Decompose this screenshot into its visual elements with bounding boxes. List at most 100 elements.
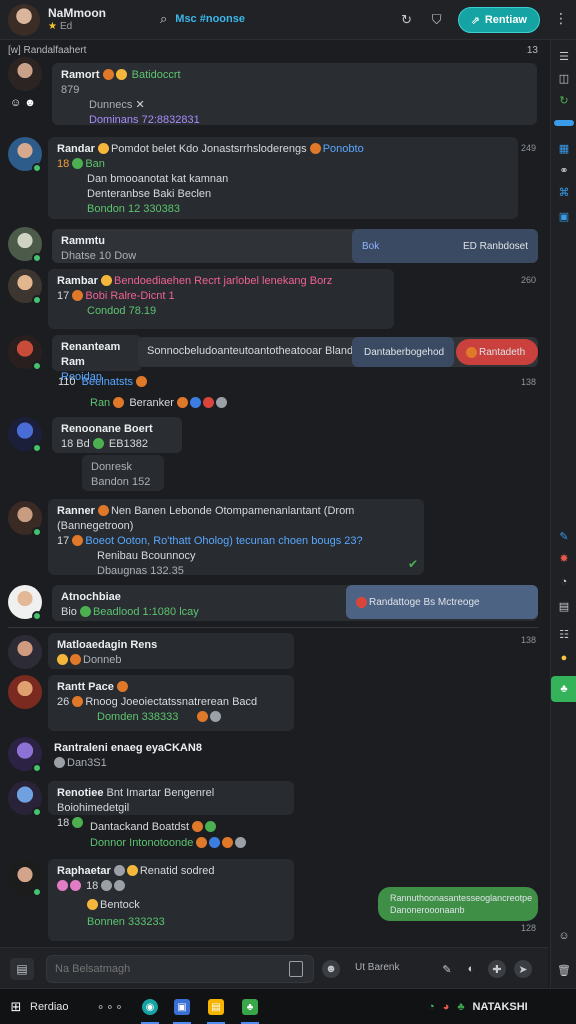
chip-left: Bok <box>362 240 380 252</box>
message-line: 879 <box>61 84 80 96</box>
note-icon[interactable]: ☷ <box>554 624 574 644</box>
message-bubble: Donresk Bandon 152 <box>82 455 164 491</box>
emoji-icon <box>216 397 228 408</box>
message-line: 17 <box>57 535 70 547</box>
emoji-icon <box>87 899 98 910</box>
chip-right: Rantadeth <box>479 346 526 358</box>
message-author: Rambar <box>57 275 98 287</box>
sticker-icon[interactable]: ◐ <box>462 960 480 978</box>
taskbar-app[interactable]: ▤ <box>208 998 224 1016</box>
system-tray[interactable]: ◔ ◕ ♣ NATAKSHI <box>428 998 528 1016</box>
message-author: Rantraleni enaeg eyaCKAN8 <box>54 742 202 754</box>
bot-icon[interactable]: ♣ <box>551 676 576 702</box>
search-icon[interactable]: ⌕ <box>160 11 167 27</box>
emoji-picker-icon[interactable]: ☻ <box>322 960 340 978</box>
online-status-dot <box>32 361 42 371</box>
message-line: Dantackand Boatdst <box>90 821 190 833</box>
reply-chip[interactable]: Dantaberbogehod <box>352 337 454 367</box>
message-line: Bentock <box>100 899 140 911</box>
emoji-icon <box>177 397 189 408</box>
message-meta: Bandon 152 <box>91 476 151 488</box>
attach-icon[interactable]: ▤ <box>10 958 34 980</box>
message-input[interactable] <box>46 955 314 983</box>
coin-icon[interactable]: ● <box>554 648 574 668</box>
online-status-dot <box>32 887 42 897</box>
calendar-icon[interactable]: ▤ <box>554 596 574 616</box>
pen-icon[interactable]: ✎ <box>438 960 456 978</box>
menu-icon[interactable]: ☰ <box>554 46 574 66</box>
clock-icon[interactable]: ◔ <box>554 572 574 592</box>
menu-icon[interactable]: ⋮ <box>550 10 572 32</box>
message-time: 260 <box>520 275 536 285</box>
folder-icon: ▤ <box>208 999 224 1015</box>
message-meta: Domden 338333 <box>97 711 179 723</box>
message-author: Renanteam Ram <box>61 341 121 368</box>
reply-chip[interactable]: Randattoge Bs Mctreoge <box>346 585 538 619</box>
taskbar-app[interactable]: ▣ <box>174 998 190 1016</box>
message-body: 110 Beelnatsts Ran Beranker <box>58 375 229 411</box>
message-meta: Donnor Intonotoonde <box>90 837 194 849</box>
emoji-icon <box>309 143 321 154</box>
emoji-icon[interactable]: ☺ <box>554 926 574 946</box>
shield-icon[interactable]: ⛉ <box>428 11 446 29</box>
emoji-icon <box>101 275 113 286</box>
emoji-icon <box>57 654 68 665</box>
search-icon[interactable]: ⚬⚬⚬ <box>96 998 124 1016</box>
header-center-label[interactable]: Msc #noonse <box>175 13 245 25</box>
message-time: 128 <box>520 923 536 933</box>
message-feed[interactable]: [w] Randalfaahert 13 ☺ ☻ Ramort Batidocc… <box>0 41 548 947</box>
message-bubble: Rambar Bendoediaehen Recrt jarlobel lene… <box>48 269 394 329</box>
message-line: Bobi Ralre-Dicnt 1 <box>85 290 175 302</box>
message-meta: Bonnen 333233 <box>87 916 165 928</box>
avatar[interactable] <box>8 635 42 669</box>
online-status-dot <box>32 443 42 453</box>
tray-label: NATAKSHI <box>472 1001 528 1013</box>
fire-icon[interactable]: ✸ <box>554 548 574 568</box>
avatar[interactable] <box>8 675 42 709</box>
message-line: Ban <box>85 158 105 170</box>
trash-icon[interactable]: 🗑 <box>554 960 574 980</box>
start-menu[interactable]: ⊞ Rerdiao <box>8 998 69 1016</box>
emoji-icon <box>205 821 217 832</box>
reply-chip[interactable]: Rantadeth <box>456 339 538 365</box>
refresh-icon[interactable]: ↻ <box>554 90 574 110</box>
start-label: Rerdiao <box>30 1001 69 1013</box>
check-icon: ✔ <box>408 557 419 571</box>
message-author: Renoonane Boert <box>61 423 153 435</box>
message-link[interactable]: Ponobto <box>323 143 364 155</box>
message-headline: Pomdot belet Kdo Jonastsrrhsloderengs <box>110 143 307 155</box>
send-icon[interactable]: ➤ <box>514 960 532 978</box>
gamepad-icon[interactable]: ✚ <box>488 960 506 978</box>
message-headline: Renatid sodred <box>139 865 215 877</box>
message-line: 26 <box>57 696 70 708</box>
header-search[interactable]: ⌕ Msc #noonse <box>160 11 245 27</box>
link-icon[interactable]: ⚭ <box>554 160 574 180</box>
camera-icon[interactable]: ◫ <box>554 68 574 88</box>
star-icon: ★ <box>48 20 57 32</box>
message-author: Rantt Pace <box>57 681 114 693</box>
taskbar-app[interactable]: ◉ <box>142 998 158 1016</box>
document-icon[interactable] <box>289 961 303 977</box>
pin-icon[interactable]: ✎ <box>554 526 574 546</box>
app-window: NaMmoon ★ Ed ⌕ Msc #noonse ↻ ⛉ ⇗ Rentiaw … <box>0 0 576 1024</box>
gamepad-icon[interactable]: ⌘ <box>554 182 574 202</box>
header-action-button[interactable]: ⇗ Rentiaw <box>457 7 540 33</box>
avatar[interactable] <box>8 57 42 91</box>
taskbar-app[interactable]: ♣ <box>242 998 258 1016</box>
message-line: Dunnecs ✕ <box>61 98 528 113</box>
grid-icon[interactable]: ▦ <box>554 138 574 158</box>
reply-chip[interactable]: Rannuthoonasantesseoglancreotpe Danonero… <box>378 887 538 921</box>
online-status-dot <box>32 807 42 817</box>
chip-label: Randattoge Bs Mctreoge <box>369 596 480 608</box>
emoji-icon <box>72 535 84 546</box>
refresh-icon[interactable]: ↻ <box>398 11 416 29</box>
emoji-icon <box>196 711 208 722</box>
composer: ▤ ☻ Ut Barenk ✎ ◐ ✚ ➤ <box>0 947 548 988</box>
emoji-icon <box>72 696 84 707</box>
image-icon[interactable]: ▣ <box>554 206 574 226</box>
channel-avatar[interactable] <box>8 3 40 36</box>
message-time: 249 <box>520 143 536 153</box>
emoji-icon <box>97 143 109 154</box>
reply-chip[interactable]: Bok ED Ranbdoset <box>352 229 538 263</box>
emoji-icon <box>235 837 247 848</box>
